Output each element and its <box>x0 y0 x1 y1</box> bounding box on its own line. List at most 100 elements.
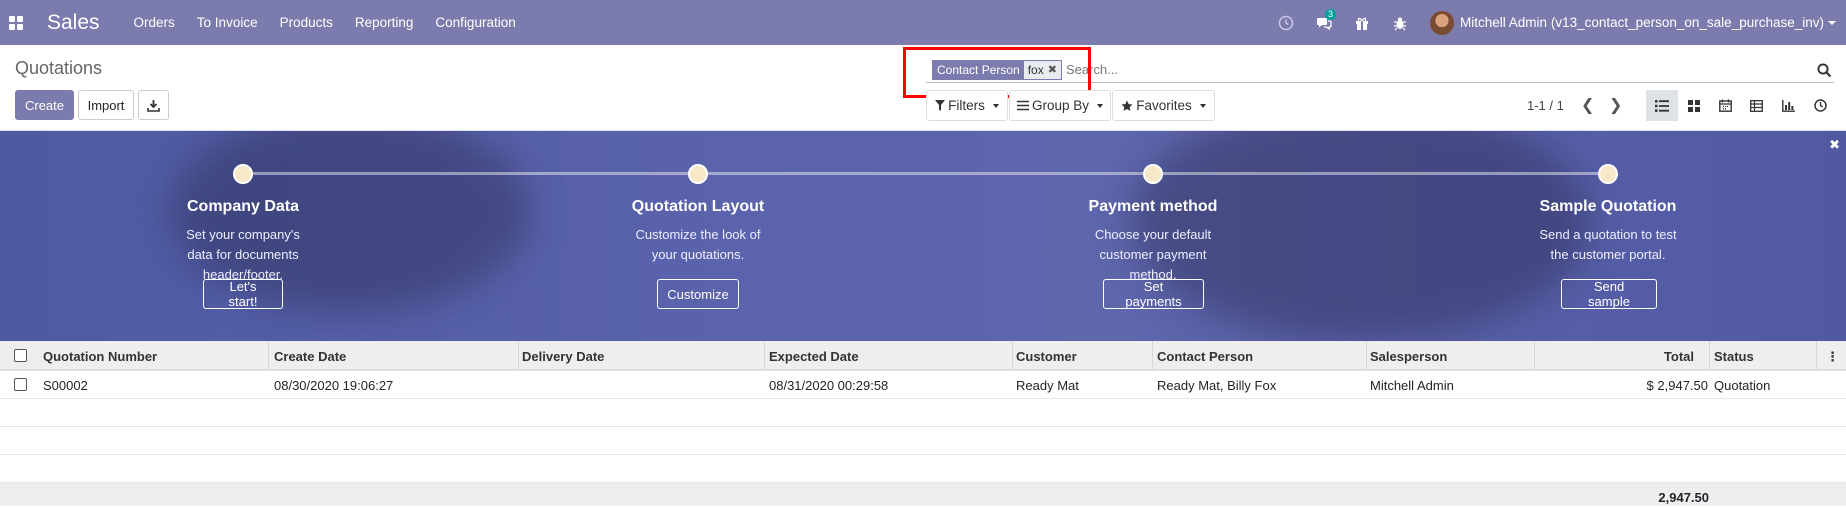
cell-create-date: 08/30/2020 19:06:27 <box>274 378 394 393</box>
search-icon[interactable] <box>1817 63 1832 78</box>
menu-orders[interactable]: Orders <box>134 15 175 30</box>
quotations-table: Quotation Number Create Date Delivery Da… <box>0 341 1846 506</box>
column-total[interactable]: Total <box>1664 349 1694 364</box>
graph-view-button[interactable] <box>1772 90 1804 121</box>
column-divider <box>1012 341 1013 371</box>
cell-number: S00002 <box>43 378 88 393</box>
groupby-label: Group By <box>1031 98 1090 113</box>
messages-badge: 3 <box>1325 8 1337 20</box>
menu-configuration[interactable]: Configuration <box>435 15 515 30</box>
column-divider <box>1152 341 1153 371</box>
list-view-button[interactable] <box>1646 90 1678 121</box>
step-title: Quotation Layout <box>631 198 765 215</box>
menu-to-invoice[interactable]: To Invoice <box>197 15 258 30</box>
cell-customer: Ready Mat <box>1016 378 1079 393</box>
table-header: Quotation Number Create Date Delivery Da… <box>0 341 1846 371</box>
step-description: Send a quotation to test the customer po… <box>1539 227 1677 262</box>
pivot-view-button[interactable] <box>1740 90 1772 121</box>
column-expected-date[interactable]: Expected Date <box>769 349 859 364</box>
onboarding-banner: ✖ Company Data Set your company's data f… <box>0 131 1846 341</box>
user-menu[interactable]: Mitchell Admin (v13_contact_person_on_sa… <box>1460 15 1824 30</box>
chevron-down-icon <box>1199 103 1206 108</box>
column-settings-icon[interactable]: ⋮ <box>1826 349 1839 365</box>
table-footer: 2,947.50 <box>0 483 1846 506</box>
menu-products[interactable]: Products <box>280 15 333 30</box>
column-customer[interactable]: Customer <box>1016 349 1077 364</box>
empty-row <box>0 399 1846 427</box>
step-dot <box>1598 164 1618 184</box>
table-row[interactable]: S00002 08/30/2020 19:06:27 08/31/2020 00… <box>0 371 1846 399</box>
column-divider <box>1534 341 1535 371</box>
clock-icon <box>1813 99 1827 112</box>
column-divider <box>1709 341 1710 371</box>
column-divider <box>518 341 519 371</box>
apps-menu-icon[interactable] <box>9 15 23 30</box>
column-salesperson[interactable]: Salesperson <box>1370 349 1447 364</box>
close-icon[interactable]: ✖ <box>1829 137 1840 153</box>
cell-expected-date: 08/31/2020 00:29:58 <box>769 378 889 393</box>
send-sample-button[interactable]: Send sample <box>1561 279 1657 309</box>
pager-next-icon[interactable]: ❯ <box>1609 98 1622 114</box>
step-title: Sample Quotation <box>1539 198 1677 215</box>
select-all-checkbox[interactable] <box>14 349 27 362</box>
table-icon <box>1749 99 1763 112</box>
step-description: Choose your default customer payment met… <box>1094 227 1212 282</box>
step-description: Customize the look of your quotations. <box>635 227 761 262</box>
cell-status: Quotation <box>1714 378 1771 393</box>
groupby-dropdown[interactable]: Group By <box>1009 90 1111 121</box>
step-title: Company Data <box>186 198 300 215</box>
column-create-date[interactable]: Create Date <box>274 349 346 364</box>
calendar-view-button[interactable] <box>1709 90 1741 121</box>
chevron-down-icon <box>1097 103 1104 108</box>
favorites-dropdown[interactable]: Favorites <box>1112 90 1215 121</box>
step-dot <box>233 164 253 184</box>
empty-row <box>0 455 1846 483</box>
create-button[interactable]: Create <box>15 90 74 120</box>
star-icon <box>1121 100 1133 111</box>
menu-reporting[interactable]: Reporting <box>355 15 414 30</box>
kanban-view-button[interactable] <box>1678 90 1710 121</box>
steps-progress-line <box>243 172 1608 175</box>
column-delivery-date[interactable]: Delivery Date <box>522 349 604 364</box>
bar-chart-icon <box>1781 99 1795 112</box>
row-checkbox[interactable] <box>14 378 27 391</box>
lets-start-button[interactable]: Let's start! <box>203 279 283 309</box>
top-navbar: Sales Orders To Invoice Products Reporti… <box>0 0 1846 45</box>
list-icon <box>1016 100 1029 111</box>
list-view-icon <box>1655 99 1669 112</box>
column-status[interactable]: Status <box>1714 349 1754 364</box>
column-divider <box>764 341 765 371</box>
import-button[interactable]: Import <box>78 90 134 120</box>
app-brand[interactable]: Sales <box>47 11 100 35</box>
user-avatar[interactable] <box>1430 10 1455 35</box>
favorites-label: Favorites <box>1136 98 1192 113</box>
column-contact-person[interactable]: Contact Person <box>1157 349 1253 364</box>
page-title: Quotations <box>15 58 103 78</box>
empty-row <box>0 427 1846 455</box>
chevron-down-icon <box>1828 20 1836 25</box>
step-description: Set your company's data for documents he… <box>186 227 300 282</box>
clock-icon[interactable] <box>1278 15 1294 31</box>
search-input[interactable] <box>1065 62 1766 77</box>
filter-icon <box>935 100 946 111</box>
activity-view-button[interactable] <box>1804 90 1836 121</box>
pager-value[interactable]: 1-1 / 1 <box>1527 98 1564 113</box>
step-title: Payment method <box>1088 198 1218 215</box>
gift-icon[interactable] <box>1354 15 1370 31</box>
column-divider <box>268 341 269 371</box>
cell-total: $ 2,947.50 <box>1646 378 1708 393</box>
column-divider <box>1816 341 1817 371</box>
bug-icon[interactable] <box>1392 15 1408 31</box>
export-button[interactable] <box>138 90 169 120</box>
chat-icon[interactable]: 3 <box>1316 8 1337 31</box>
column-quotation-number[interactable]: Quotation Number <box>43 349 157 364</box>
filters-dropdown[interactable]: Filters <box>926 90 1008 121</box>
chevron-down-icon <box>992 103 999 108</box>
step-dot <box>688 164 708 184</box>
column-divider <box>1366 341 1367 371</box>
set-payments-button[interactable]: Set payments <box>1103 279 1204 309</box>
customize-button[interactable]: Customize <box>657 279 739 309</box>
pager-previous-icon[interactable]: ❮ <box>1581 98 1594 114</box>
cell-contact-person: Ready Mat, Billy Fox <box>1157 378 1277 393</box>
footer-total: 2,947.50 <box>1658 490 1709 505</box>
